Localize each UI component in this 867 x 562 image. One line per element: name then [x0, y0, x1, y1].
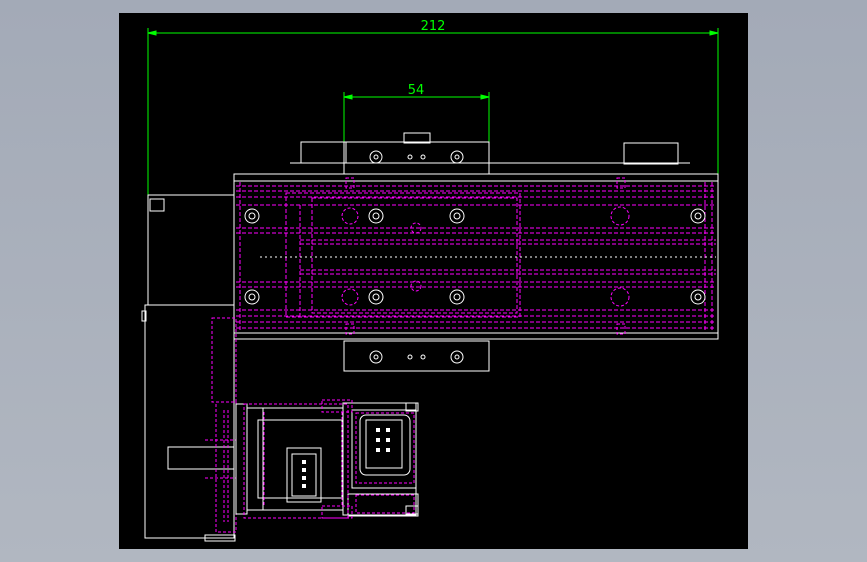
motor-bracket-outline	[141, 194, 236, 542]
cad-viewport[interactable]: 212 54	[0, 0, 867, 562]
dimension-54-label: 54	[408, 83, 425, 98]
drawing-svg[interactable]: 212 54	[0, 0, 867, 562]
dimension-54	[343, 92, 490, 142]
stepper-connector-pins	[302, 428, 390, 488]
dimension-212-label: 212	[421, 19, 446, 34]
motor-bracket-hidden	[205, 317, 237, 533]
stepper-motor-hidden	[243, 399, 415, 519]
dimension-212	[147, 28, 719, 195]
rail-body-outline	[233, 132, 719, 372]
stepper-motor-outline	[235, 402, 419, 517]
hidden-holes	[341, 177, 630, 335]
